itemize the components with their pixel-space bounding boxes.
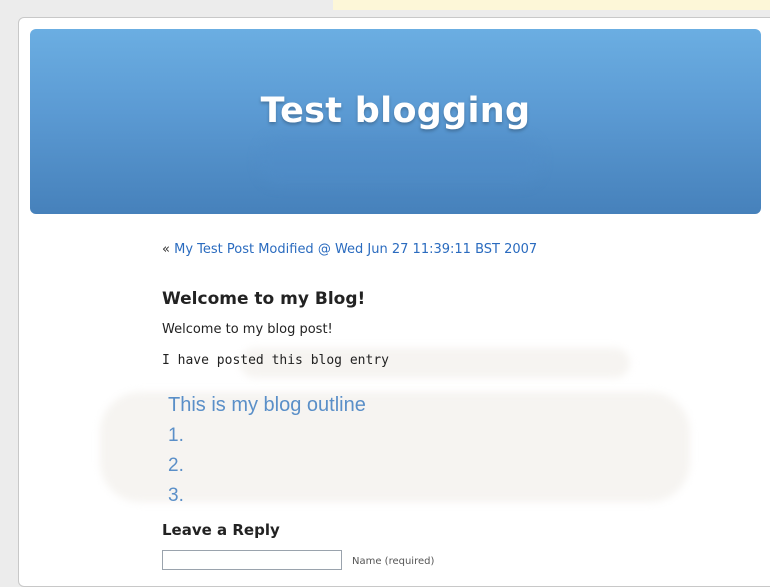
post-paragraph: I have posted this blog entry	[162, 353, 389, 368]
title-shadow-decoration	[260, 137, 540, 185]
top-highlight-strip	[333, 0, 770, 10]
name-field-label: Name (required)	[352, 556, 435, 567]
name-field[interactable]	[162, 550, 342, 570]
previous-post-navigation: « My Test Post Modified @ Wed Jun 27 11:…	[162, 242, 537, 257]
prev-arrow-icon: «	[162, 242, 170, 257]
outline-item: 1.	[168, 425, 184, 446]
outline-item: 2.	[168, 455, 184, 476]
blog-title[interactable]: Test blogging	[30, 91, 761, 131]
outline-heading: This is my blog outline	[168, 394, 366, 416]
blog-header-banner: Test blogging	[30, 29, 761, 214]
post-paragraph: Welcome to my blog post!	[162, 322, 333, 337]
previous-post-link[interactable]: My Test Post Modified @ Wed Jun 27 11:39…	[174, 242, 537, 257]
leave-reply-heading: Leave a Reply	[162, 521, 280, 539]
post-title[interactable]: Welcome to my Blog!	[162, 289, 365, 309]
outline-item: 3.	[168, 485, 184, 506]
